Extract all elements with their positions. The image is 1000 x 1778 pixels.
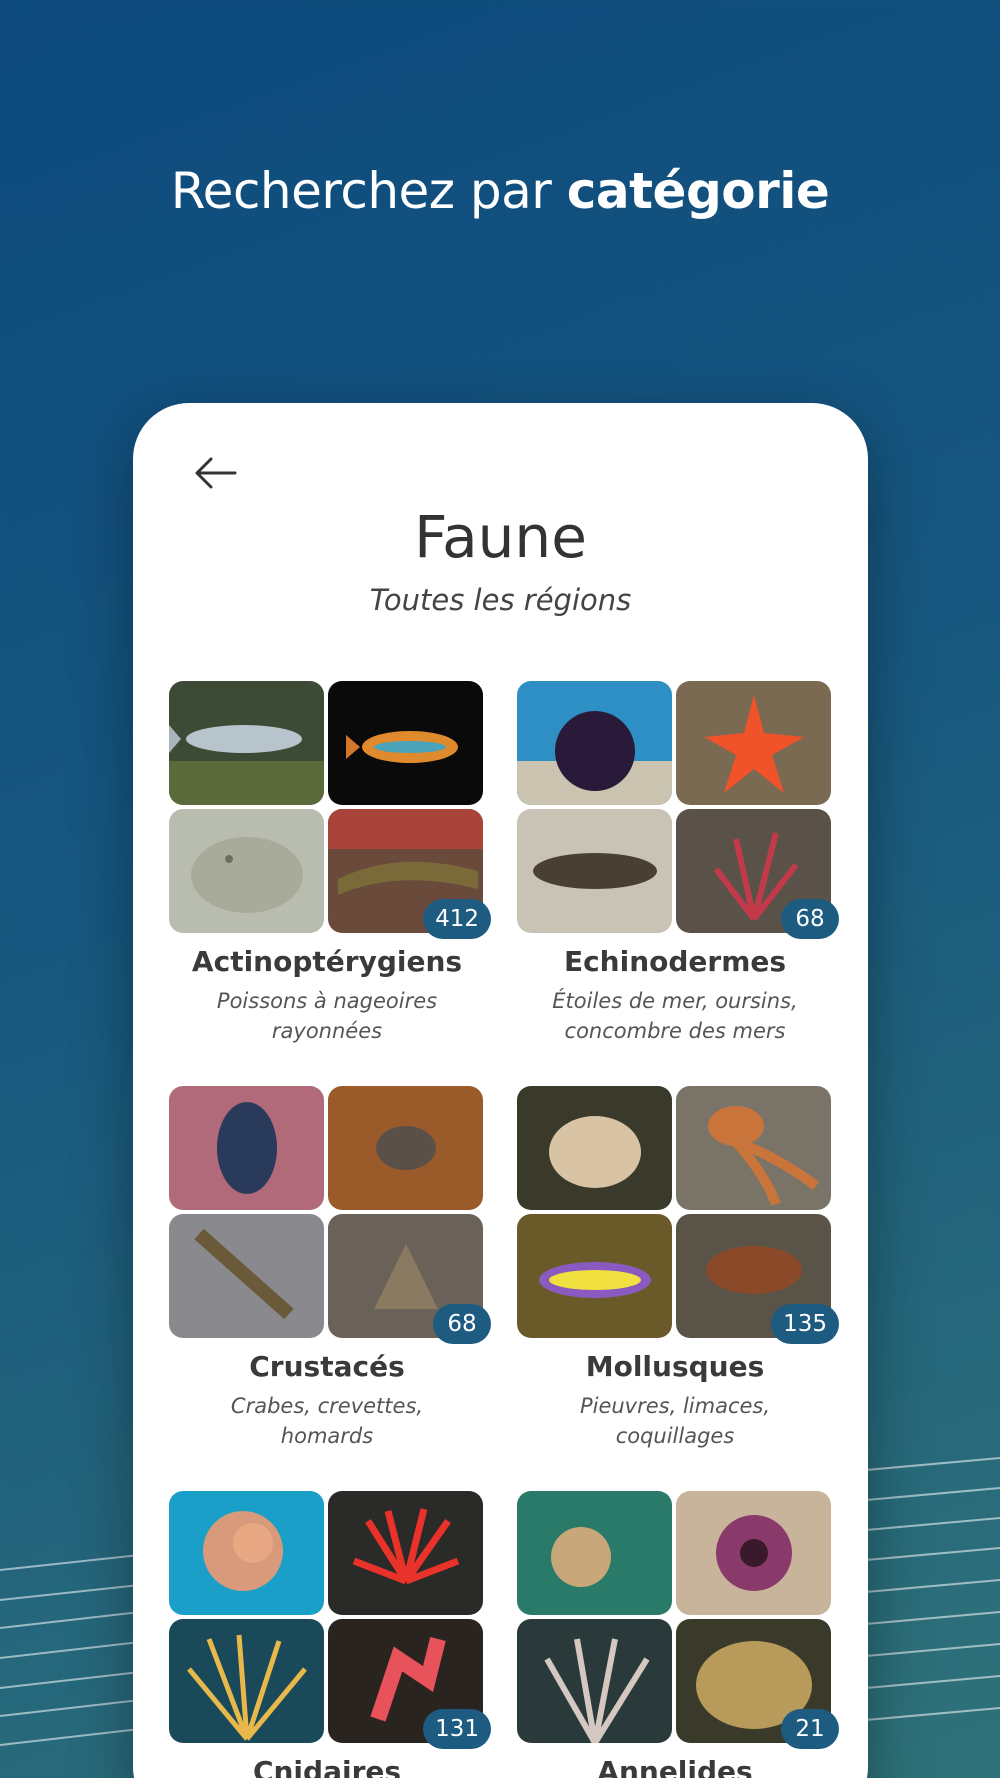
category-description: Poissons à nageoires rayonnées: [216, 989, 438, 1043]
category-name: Actinoptérygiens: [191, 945, 463, 978]
category-description: Pieuvres, limaces, coquillages: [579, 1394, 771, 1448]
category-name: Echinodermes: [563, 945, 787, 978]
category-photo: [328, 1086, 483, 1210]
category-card[interactable]: 412 Actinoptérygiens Poissons à nageoire…: [169, 681, 491, 1046]
category-card[interactable]: 135 Mollusques Pieuvres, limaces, coquil…: [517, 1086, 839, 1451]
category-photo: [169, 681, 324, 805]
category-photo: [169, 1619, 324, 1743]
category-name: Mollusques: [585, 1350, 765, 1383]
species-count-badge: 68: [781, 899, 839, 939]
category-image-mosaic: 135: [517, 1086, 839, 1344]
category-photo: [676, 1086, 831, 1210]
category-card[interactable]: 68 Echinodermes Étoiles de mer, oursins,…: [517, 681, 839, 1046]
category-image-mosaic: 68: [517, 681, 839, 939]
category-photo: [328, 1491, 483, 1615]
page-subtitle: Toutes les régions: [369, 583, 632, 617]
category-description: Étoiles de mer, oursins, concombre des m…: [552, 989, 798, 1043]
headline-regular: Recherchez par: [170, 162, 567, 220]
category-photo: [517, 1086, 672, 1210]
category-name: Annelides: [597, 1755, 753, 1778]
category-photo: [169, 1086, 324, 1210]
species-count-badge: 135: [771, 1304, 839, 1344]
category-photo: [169, 809, 324, 933]
category-description: Crabes, crevettes, homards: [230, 1394, 424, 1448]
species-count-badge: 21: [781, 1709, 839, 1749]
category-card[interactable]: 21 Annelides: [517, 1491, 839, 1778]
back-button[interactable]: [185, 443, 245, 503]
headline: Recherchez par catégorie: [0, 162, 1000, 220]
species-count-badge: 131: [423, 1709, 491, 1749]
species-count-badge: 68: [433, 1304, 491, 1344]
category-photo: [169, 1214, 324, 1338]
category-image-mosaic: 131: [169, 1491, 491, 1749]
page-title: Faune: [414, 503, 587, 571]
arrow-left-icon: [195, 457, 237, 489]
category-name: Cnidaires: [252, 1755, 402, 1778]
species-count-badge: 412: [423, 899, 491, 939]
category-photo: [169, 1491, 324, 1615]
category-photo: [328, 681, 483, 805]
category-photo: [676, 681, 831, 805]
category-image-mosaic: 412: [169, 681, 491, 939]
category-photo: [517, 1491, 672, 1615]
category-image-mosaic: 68: [169, 1086, 491, 1344]
category-card[interactable]: 68 Crustacés Crabes, crevettes, homards: [169, 1086, 491, 1451]
category-card[interactable]: 131 Cnidaires: [169, 1491, 491, 1778]
headline-bold: catégorie: [566, 162, 830, 220]
category-photo: [517, 809, 672, 933]
category-name: Crustacés: [249, 1350, 405, 1383]
category-photo: [676, 1491, 831, 1615]
category-image-mosaic: 21: [517, 1491, 839, 1749]
category-photo: [517, 1214, 672, 1338]
category-photo: [517, 1619, 672, 1743]
category-photo: [517, 681, 672, 805]
phone-screen: Faune Toutes les régions 412 Actinoptéry…: [133, 403, 868, 1778]
